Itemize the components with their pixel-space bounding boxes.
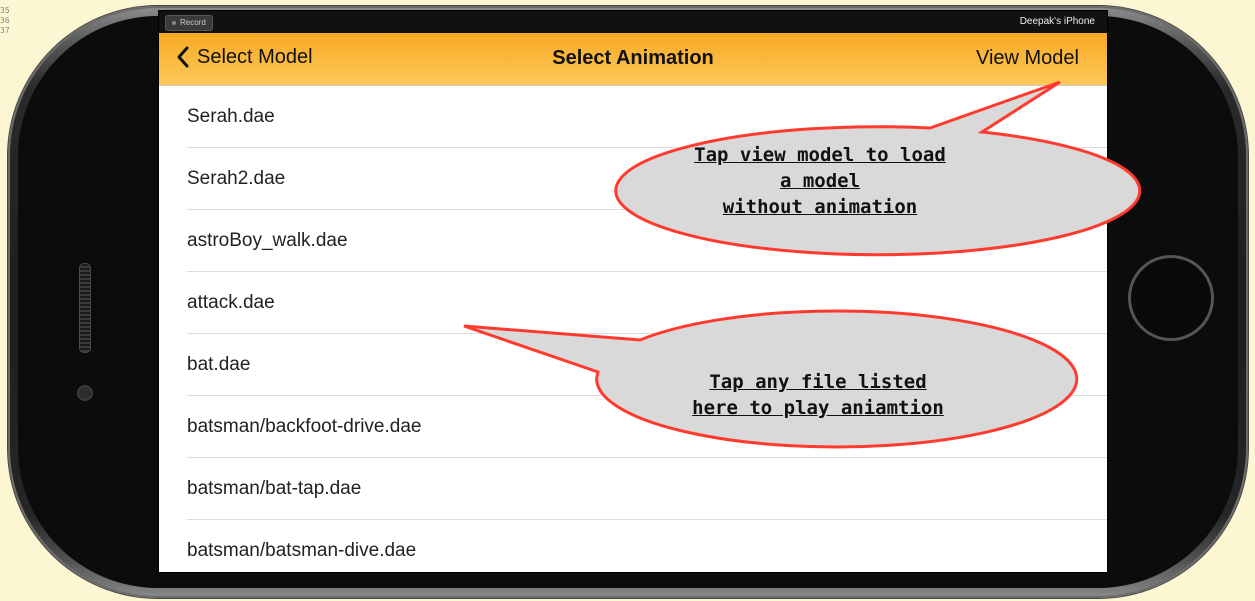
list-item[interactable]: attack.dae xyxy=(159,272,1107,334)
line-number: 35 xyxy=(0,6,10,15)
phone-screen: Record Deepak's iPhone Select Model Sele… xyxy=(158,10,1108,573)
file-list-callout: Tap any file listed here to play aniamti… xyxy=(588,369,1048,421)
chevron-left-icon xyxy=(177,46,189,68)
back-button[interactable]: Select Model xyxy=(175,45,313,69)
speaker-grille-icon xyxy=(79,263,91,353)
view-model-callout: Tap view model to load a model without a… xyxy=(590,142,1050,220)
record-dot-icon xyxy=(172,20,176,25)
list-item[interactable]: batsman/batsman-dive.dae xyxy=(159,520,1107,572)
record-label: Record xyxy=(180,18,206,27)
callout-line: here to play aniamtion xyxy=(692,397,944,419)
list-item[interactable]: Serah.dae xyxy=(159,86,1107,148)
callout-line: without animation xyxy=(722,196,918,218)
callout-line: a model xyxy=(779,170,861,192)
home-button[interactable] xyxy=(1128,255,1214,341)
callout-line: Tap view model to load xyxy=(694,144,946,166)
status-bar: Record Deepak's iPhone xyxy=(159,11,1107,33)
view-model-button[interactable]: View Model xyxy=(976,47,1079,70)
line-number: 37 xyxy=(0,26,10,35)
record-button[interactable]: Record xyxy=(165,15,213,31)
line-number: 36 xyxy=(0,16,10,25)
navigation-bar: Select Model Select Animation View Model xyxy=(159,33,1107,86)
device-name: Deepak's iPhone xyxy=(1019,16,1095,27)
front-camera-icon xyxy=(77,385,93,401)
editor-line-numbers: 35 36 37 xyxy=(0,6,14,36)
back-button-label: Select Model xyxy=(197,45,313,68)
callout-line: Tap any file listed xyxy=(709,371,927,393)
list-item[interactable]: batsman/bat-tap.dae xyxy=(159,458,1107,520)
